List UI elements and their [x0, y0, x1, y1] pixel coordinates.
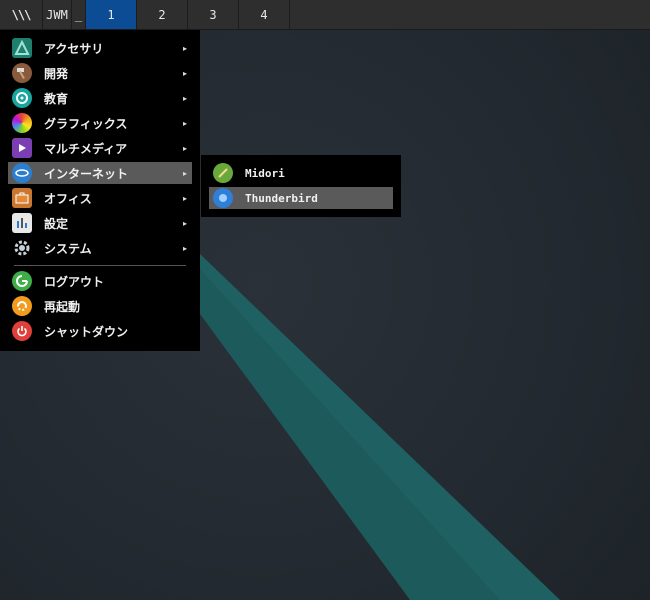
- logout-icon: [12, 271, 32, 291]
- graphics-icon: [12, 113, 32, 133]
- workspace-label: 1: [107, 7, 115, 22]
- minimize-label: _: [74, 7, 83, 22]
- submenu-arrow-icon: ▸: [182, 118, 187, 128]
- menu-item-system[interactable]: システム ▸: [8, 237, 192, 259]
- menu-item-education[interactable]: 教育 ▸: [8, 87, 192, 109]
- submenu-arrow-icon: ▸: [182, 143, 187, 153]
- submenu-item-label: Midori: [245, 166, 285, 180]
- jwm-label: JWM: [46, 7, 68, 22]
- submenu-arrow-icon: ▸: [182, 168, 187, 178]
- shutdown-icon: [12, 321, 32, 341]
- gear-icon: [12, 238, 32, 258]
- submenu-arrow-icon: ▸: [182, 218, 187, 228]
- menu-item-label: 再起動: [44, 299, 81, 314]
- menu-item-label: オフィス: [44, 191, 92, 206]
- accessories-icon: [12, 38, 32, 58]
- submenu-arrow-icon: ▸: [182, 193, 187, 203]
- menu-item-development[interactable]: 開発 ▸: [8, 62, 192, 84]
- workspace-label: 2: [158, 7, 166, 22]
- menu-item-label: シャットダウン: [44, 324, 129, 339]
- settings-icon: [12, 213, 32, 233]
- menu-item-label: 開発: [44, 66, 69, 81]
- jwm-logo-icon: \\\: [11, 7, 32, 22]
- workspace-2-button[interactable]: 2: [137, 0, 188, 29]
- hammer-icon: [12, 63, 32, 83]
- workspace-label: 4: [260, 7, 268, 22]
- menu-item-graphics[interactable]: グラフィックス ▸: [8, 112, 192, 134]
- jwm-window-button[interactable]: JWM: [43, 0, 72, 29]
- menu-item-multimedia[interactable]: マルチメディア ▸: [8, 137, 192, 159]
- minimize-button[interactable]: _: [72, 0, 86, 29]
- menu-item-label: アクセサリ: [44, 41, 104, 56]
- workspace-label: 3: [209, 7, 217, 22]
- internet-icon: [12, 163, 32, 183]
- menu-item-label: システム: [44, 241, 92, 256]
- multimedia-icon: [12, 138, 32, 158]
- menu-item-label: インターネット: [44, 166, 129, 181]
- menu-item-shutdown[interactable]: シャットダウン: [8, 320, 192, 342]
- submenu-arrow-icon: ▸: [182, 68, 187, 78]
- main-menu: アクセサリ ▸ 開発 ▸ 教育 ▸ グラフィックス ▸ マルチメディア ▸ イン…: [0, 30, 200, 351]
- workspace-3-button[interactable]: 3: [188, 0, 239, 29]
- briefcase-icon: [12, 188, 32, 208]
- submenu-item-label: Thunderbird: [245, 191, 318, 205]
- menu-item-label: 設定: [44, 216, 69, 231]
- menu-item-label: グラフィックス: [44, 116, 128, 131]
- menu-item-internet[interactable]: インターネット ▸: [8, 162, 192, 184]
- menu-item-logout[interactable]: ログアウト: [8, 270, 192, 292]
- taskbar: \\\ JWM _ 1 2 3 4: [0, 0, 650, 30]
- midori-icon: [213, 163, 233, 183]
- menu-item-label: マルチメディア: [44, 141, 128, 156]
- workspace-1-button[interactable]: 1: [86, 0, 137, 29]
- internet-submenu: Midori Thunderbird: [201, 155, 401, 217]
- menu-item-label: ログアウト: [44, 274, 105, 289]
- menu-item-label: 教育: [44, 91, 69, 106]
- submenu-arrow-icon: ▸: [182, 243, 187, 253]
- menu-item-office[interactable]: オフィス ▸: [8, 187, 192, 209]
- jwm-logo-button[interactable]: \\\: [0, 0, 43, 29]
- thunderbird-icon: [213, 188, 233, 208]
- menu-item-settings[interactable]: 設定 ▸: [8, 212, 192, 234]
- education-icon: [12, 88, 32, 108]
- submenu-item-thunderbird[interactable]: Thunderbird: [209, 187, 393, 209]
- submenu-arrow-icon: ▸: [182, 93, 187, 103]
- restart-icon: [12, 296, 32, 316]
- submenu-item-midori[interactable]: Midori: [209, 162, 393, 184]
- menu-item-accessories[interactable]: アクセサリ ▸: [8, 37, 192, 59]
- workspace-4-button[interactable]: 4: [239, 0, 290, 29]
- submenu-arrow-icon: ▸: [182, 43, 187, 53]
- menu-separator: [14, 265, 186, 266]
- menu-item-restart[interactable]: 再起動: [8, 295, 192, 317]
